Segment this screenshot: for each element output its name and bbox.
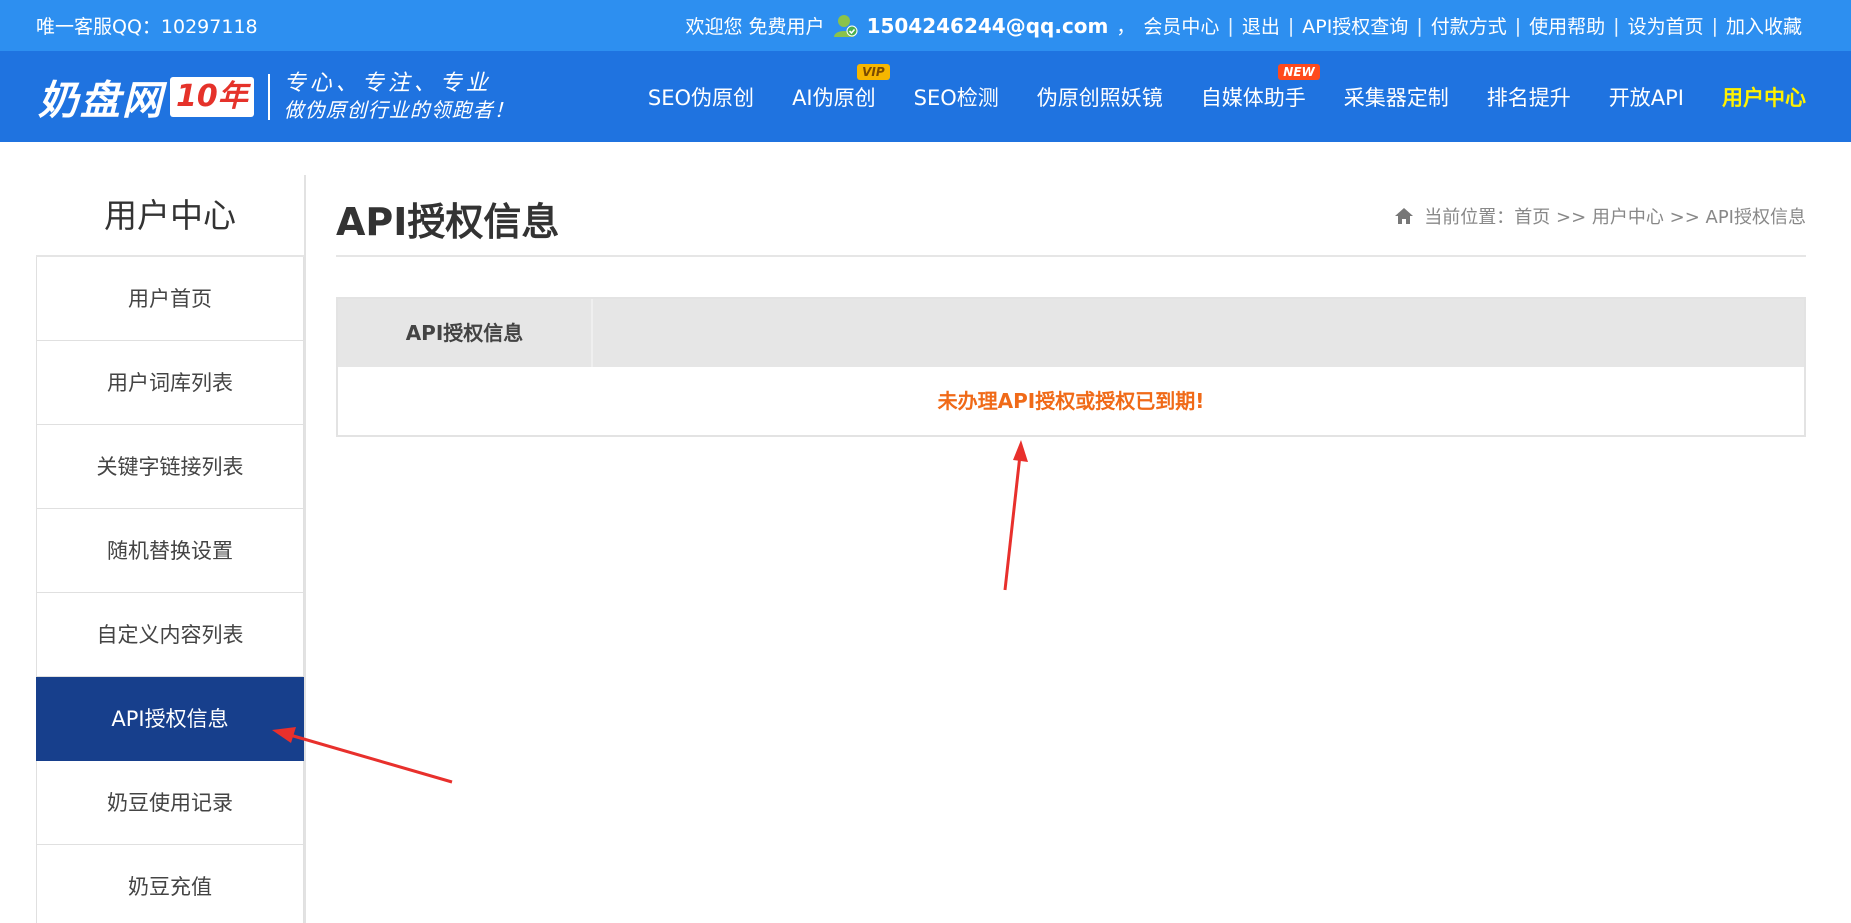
logo-divider [267, 74, 270, 120]
sidebar-item-beans-recharge[interactable]: 奶豆充值 [36, 845, 304, 923]
customer-service-qq: 唯一客服QQ：10297118 [36, 16, 258, 38]
site-header: 奶盘网 10年 专心、专注、专业 做伪原创行业的领跑者！ SEO伪原创 AI伪原… [0, 51, 1851, 142]
welcome-text: 欢迎您 免费用户 [685, 16, 825, 38]
link-add-favorite[interactable]: 加入收藏 [1726, 12, 1802, 39]
slogan-line-1: 专心、专注、专业 [283, 71, 492, 96]
link-help[interactable]: 使用帮助 [1529, 12, 1605, 39]
table-header-row: API授权信息 [338, 299, 1804, 367]
comma: ， [1116, 16, 1136, 38]
vip-badge: VIP [857, 63, 890, 80]
nav-collector-custom[interactable]: 采集器定制 [1344, 82, 1449, 112]
sidebar-item-beans-record[interactable]: 奶豆使用记录 [36, 761, 304, 845]
user-icon [833, 14, 858, 37]
api-auth-table: API授权信息 未办理API授权或授权已到期! [336, 297, 1806, 437]
nav-media-assistant-label: 自媒体助手 [1200, 85, 1306, 110]
sidebar-item-user-home[interactable]: 用户首页 [36, 257, 304, 341]
nav-media-assistant[interactable]: 自媒体助手 NEW [1200, 63, 1320, 112]
link-set-homepage[interactable]: 设为首页 [1628, 12, 1704, 39]
nav-open-api[interactable]: 开放API [1609, 82, 1684, 112]
breadcrumb-text: 当前位置：首页 >> 用户中心 >> API授权信息 [1424, 207, 1806, 228]
logo-brand: 奶盘网 [38, 77, 164, 124]
slogan-line-2: 做伪原创行业的领跑者！ [283, 98, 515, 122]
nav-user-center[interactable]: 用户中心 [1722, 82, 1806, 112]
sidebar: 用户中心 用户首页 用户词库列表 关键字链接列表 随机替换设置 自定义内容列表 … [36, 175, 306, 923]
arrow-to-message [1003, 440, 1028, 591]
user-links: 欢迎您 免费用户 1504246244@qq.com ， 会员中心 | 退出 | A… [685, 12, 1802, 39]
table-message-row: 未办理API授权或授权已到期! [338, 367, 1804, 435]
sidebar-item-keyword-links[interactable]: 关键字链接列表 [36, 425, 304, 509]
nav-ai-rewrite[interactable]: AI伪原创 VIP [792, 63, 890, 112]
page-title: API授权信息 [336, 200, 560, 244]
link-payment[interactable]: 付款方式 [1431, 12, 1507, 39]
link-api-query[interactable]: API授权查询 [1302, 12, 1408, 39]
main-nav: SEO伪原创 AI伪原创 VIP SEO检测 伪原创照妖镜 自媒体助手 NEW 采集… [610, 51, 1806, 142]
nav-seo-check[interactable]: SEO检测 [914, 82, 999, 112]
site-logo[interactable]: 奶盘网 10年 专心、专注、专业 做伪原创行业的领跑者！ [38, 65, 515, 129]
main-content: API授权信息 当前位置：首页 >> 用户中心 >> API授权信息 API授权… [336, 175, 1806, 437]
logo-10-years-badge: 10年 [170, 77, 254, 117]
nav-seo-rewrite[interactable]: SEO伪原创 [648, 82, 754, 112]
sidebar-item-user-lexicon[interactable]: 用户词库列表 [36, 341, 304, 425]
nav-rewrite-detector[interactable]: 伪原创照妖镜 [1037, 82, 1163, 112]
link-member-center[interactable]: 会员中心 [1143, 12, 1219, 39]
nav-ranking-boost[interactable]: 排名提升 [1487, 82, 1571, 112]
table-header-cell: API授权信息 [338, 299, 593, 367]
sidebar-item-api-auth[interactable]: API授权信息 [36, 677, 304, 761]
breadcrumb: 当前位置：首页 >> 用户中心 >> API授权信息 [1394, 203, 1806, 229]
sidebar-title: 用户中心 [36, 175, 304, 257]
page-header: API授权信息 当前位置：首页 >> 用户中心 >> API授权信息 [336, 175, 1806, 257]
logo-slogan: 专心、专注、专业 做伪原创行业的领跑者！ [284, 71, 515, 123]
home-icon [1395, 208, 1414, 224]
new-badge: NEW [1278, 63, 1320, 80]
user-email: 1504246244@qq.com [866, 13, 1109, 38]
top-info-bar: 唯一客服QQ：10297118 欢迎您 免费用户 1504246244@qq.c… [0, 0, 1851, 51]
sidebar-item-custom-content[interactable]: 自定义内容列表 [36, 593, 304, 677]
link-logout[interactable]: 退出 [1242, 12, 1280, 39]
nav-ai-rewrite-label: AI伪原创 [792, 85, 876, 110]
sidebar-item-random-replace[interactable]: 随机替换设置 [36, 509, 304, 593]
